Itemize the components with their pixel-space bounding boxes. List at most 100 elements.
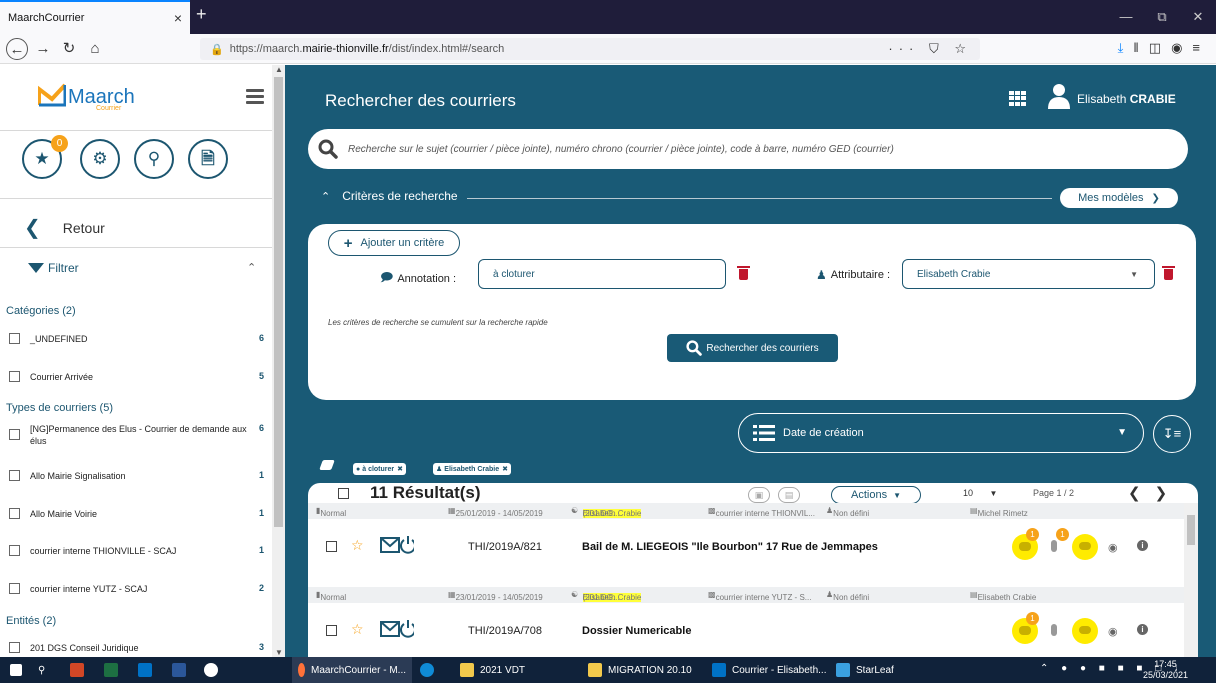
chevron-up-icon[interactable]: ⌃	[247, 261, 256, 274]
filter-item[interactable]: courrier interne YUTZ - SCAJ 2	[6, 583, 264, 595]
search-button[interactable]: ⚲	[134, 139, 174, 179]
checkbox[interactable]	[9, 545, 20, 556]
back-icon[interactable]: ←	[6, 37, 28, 60]
forward-icon[interactable]: →	[32, 38, 54, 60]
minimize-icon[interactable]: —	[1108, 0, 1144, 34]
attachments-icon[interactable]	[1042, 618, 1068, 644]
sidebar-scrollbar[interactable]: ▲ ▼	[272, 65, 285, 657]
tab-close-icon[interactable]: ×	[174, 10, 182, 26]
eraser-icon[interactable]	[319, 460, 335, 470]
new-document-button[interactable]: 🗎	[188, 139, 228, 179]
filter-item[interactable]: Allo Mairie Signalisation 1	[6, 470, 264, 482]
next-page-icon[interactable]: ❯	[1155, 485, 1182, 502]
admin-button[interactable]: ⚙	[80, 139, 120, 179]
delete-annotation-icon[interactable]	[737, 266, 750, 280]
checkbox[interactable]	[9, 642, 20, 653]
scrollbar-thumb[interactable]	[274, 77, 283, 527]
taskbar-item[interactable]: MIGRATION 20.10	[588, 657, 692, 683]
checkbox[interactable]	[9, 429, 20, 440]
add-criterion-button[interactable]: + Ajouter un critère	[328, 230, 460, 256]
criteria-toggle[interactable]: ⌃ Critères de recherche	[321, 189, 458, 203]
scroll-up-icon[interactable]: ▲	[275, 65, 283, 74]
search-icon[interactable]: ⚲	[38, 657, 45, 683]
info-icon[interactable]: i	[1137, 540, 1148, 551]
scrollbar-thumb[interactable]	[1187, 515, 1195, 545]
checkbox[interactable]	[9, 583, 20, 594]
sort-select[interactable]: Date de création ▼	[738, 413, 1144, 453]
checkbox[interactable]	[9, 508, 20, 519]
account-icon[interactable]: ◉	[1171, 40, 1192, 55]
sidebar-icon[interactable]: ◫	[1149, 40, 1171, 55]
annotation-field[interactable]: à cloturer	[478, 259, 726, 289]
table-row[interactable]: ☆ THI/2019A/708 Dossier Numericable 1 ◉ …	[308, 603, 1184, 657]
library-icon[interactable]: ‖	[1133, 40, 1148, 55]
favorite-star-icon[interactable]: ☆	[351, 621, 364, 638]
url-bar[interactable]: 🔒 https://maarch. mairie-thionville.fr/di…	[200, 38, 980, 60]
checkbox[interactable]	[9, 371, 20, 382]
outlook-icon[interactable]	[138, 657, 158, 683]
delete-attributaire-icon[interactable]	[1162, 266, 1175, 280]
filter-item[interactable]: 201 DGS Conseil Juridique 3	[6, 642, 264, 654]
filter-chip[interactable]: ● à cloturer ✖	[353, 463, 407, 475]
checkbox[interactable]	[9, 470, 20, 481]
filter-chip[interactable]: ♟ Elisabeth Crabie ✖	[433, 463, 512, 475]
user-name[interactable]: Elisabeth CRABIE	[1077, 92, 1176, 106]
quick-search-bar[interactable]	[308, 129, 1188, 169]
notes-icon[interactable]: 1	[1012, 528, 1039, 560]
restore-icon[interactable]: ⧉	[1144, 0, 1180, 34]
home-icon[interactable]: ⌂	[84, 38, 106, 60]
filter-item[interactable]: courrier interne THIONVILLE - SCAJ 1	[6, 545, 264, 557]
eye-icon[interactable]: ◉	[1108, 625, 1118, 638]
favorite-star-icon[interactable]: ☆	[351, 537, 364, 554]
new-tab-icon[interactable]: +	[196, 4, 207, 25]
apps-grid-icon[interactable]	[1009, 91, 1026, 106]
user-icon[interactable]	[1047, 83, 1071, 109]
models-dropdown[interactable]: Mes modèles ❯	[1060, 188, 1178, 208]
filter-item[interactable]: [NG]Permanence des Elus - Courrier de de…	[6, 423, 264, 447]
row-checkbox[interactable]	[326, 541, 337, 552]
powerpoint-icon[interactable]	[70, 657, 90, 683]
scroll-down-icon[interactable]: ▼	[275, 648, 283, 657]
per-page-select[interactable]: 10 ▼	[963, 488, 997, 498]
clock[interactable]: 17:45 25/03/2021	[1143, 659, 1188, 681]
notes-icon[interactable]: 1	[1012, 612, 1039, 644]
actions-button[interactable]: Actions ▼	[831, 486, 921, 504]
chip-close-icon[interactable]: ✖	[502, 465, 508, 473]
diffusion-icon[interactable]	[1072, 534, 1098, 560]
maarch-logo[interactable]: Maarch Courrier	[38, 83, 135, 112]
windows-start-icon[interactable]	[10, 657, 28, 683]
retour-link[interactable]: ❮ Retour	[24, 215, 105, 240]
app-icon[interactable]	[204, 657, 224, 683]
attributaire-select[interactable]: Elisabeth Crabie ▼	[902, 259, 1155, 289]
close-window-icon[interactable]: ✕	[1180, 0, 1216, 34]
attachments-icon[interactable]: 1	[1042, 528, 1069, 560]
reload-icon[interactable]: ↻	[58, 38, 80, 60]
table-row[interactable]: ☆ THI/2019A/821 Bail de M. LIEGEOIS "Ile…	[308, 519, 1184, 577]
browser-tab[interactable]: MaarchCourrier ×	[0, 0, 190, 34]
run-search-button[interactable]: Rechercher des courriers	[667, 334, 838, 362]
hamburger-menu-icon[interactable]	[246, 89, 264, 107]
chip-close-icon[interactable]: ✖	[397, 465, 403, 473]
taskbar-item[interactable]: StarLeaf	[836, 657, 894, 683]
filter-item[interactable]: Allo Mairie Voirie 1	[6, 508, 264, 520]
diffusion-icon[interactable]	[1072, 618, 1098, 644]
info-icon[interactable]: i	[1137, 624, 1148, 635]
edge-icon[interactable]	[420, 657, 440, 683]
download-icon[interactable]: ⤓	[1118, 40, 1134, 55]
export-icon[interactable]: ▤	[778, 487, 800, 503]
filter-item[interactable]: Courrier Arrivée 5	[6, 371, 264, 383]
select-all-checkbox[interactable]	[338, 488, 349, 499]
prev-page-icon[interactable]: ❮	[1128, 485, 1155, 502]
results-scrollbar[interactable]	[1184, 503, 1198, 657]
filter-header[interactable]: Filtrer	[28, 261, 79, 275]
taskbar-item[interactable]: Courrier - Elisabeth...	[712, 657, 826, 683]
word-icon[interactable]	[172, 657, 192, 683]
menu-icon[interactable]: ≡	[1192, 40, 1210, 55]
filter-item[interactable]: _UNDEFINED 6	[6, 333, 264, 345]
search-input[interactable]	[348, 143, 1168, 155]
sort-direction-button[interactable]: ↧≡	[1153, 415, 1191, 453]
taskbar-item[interactable]: 2021 VDT	[460, 657, 525, 683]
mail-subject[interactable]: Dossier Numericable	[582, 625, 691, 637]
mail-subject[interactable]: Bail de M. LIEGEOIS "Ile Bourbon" 17 Rue…	[582, 541, 878, 553]
checkbox[interactable]	[9, 333, 20, 344]
